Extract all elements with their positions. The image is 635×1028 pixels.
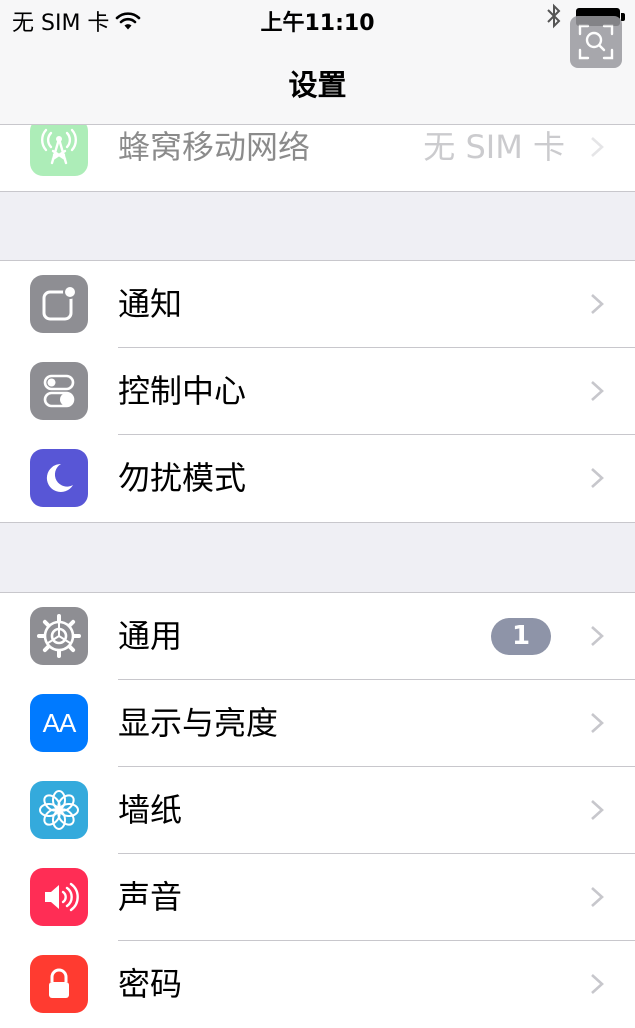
chevron-right-icon — [591, 137, 604, 157]
settings-row-sounds[interactable]: 声音 — [0, 854, 635, 941]
lock-icon — [30, 955, 88, 1013]
settings-row-label: 勿扰模式 — [118, 459, 247, 497]
chevron-right-icon — [591, 887, 604, 907]
settings-row-display[interactable]: AA 显示与亮度 — [0, 680, 635, 767]
settings-group-general: 通用 1 AA 显示与亮度 墙纸 声音 密码 — [0, 592, 635, 1028]
screen-zoom-button[interactable] — [570, 16, 622, 68]
settings-row-label: 密码 — [118, 965, 183, 1003]
chevron-right-icon — [591, 626, 604, 646]
navigation-bar: 无 SIM 卡 上午11:10 设置 — [0, 0, 635, 125]
settings-row-passcode[interactable]: 密码 — [0, 941, 635, 1028]
settings-row-control-center[interactable]: 控制中心 — [0, 348, 635, 435]
gear-icon — [30, 607, 88, 665]
chevron-right-icon — [591, 294, 604, 314]
settings-row-label: 墙纸 — [118, 791, 183, 829]
settings-row-label: 控制中心 — [118, 372, 247, 410]
settings-row-general[interactable]: 通用 1 — [0, 593, 635, 680]
speaker-icon — [30, 868, 88, 926]
settings-row-notifications[interactable]: 通知 — [0, 261, 635, 348]
bluetooth-icon — [547, 3, 561, 29]
page-title: 设置 — [288, 68, 347, 102]
chevron-right-icon — [591, 713, 604, 733]
settings-row-do-not-disturb[interactable]: 勿扰模式 — [0, 435, 635, 522]
settings-row-label: 显示与亮度 — [118, 704, 279, 742]
moon-icon — [30, 449, 88, 507]
chevron-right-icon — [591, 974, 604, 994]
chevron-right-icon — [591, 800, 604, 820]
chevron-right-icon — [591, 381, 604, 401]
cellular-antenna-icon — [30, 118, 88, 176]
display-icon-text: AA — [42, 707, 77, 738]
notifications-icon — [30, 275, 88, 333]
wallpaper-flower-icon — [30, 781, 88, 839]
zoom-search-icon — [578, 24, 614, 60]
control-center-icon — [30, 362, 88, 420]
settings-row-label: 通知 — [118, 285, 183, 323]
settings-row-wallpaper[interactable]: 墙纸 — [0, 767, 635, 854]
settings-row-label: 声音 — [118, 878, 183, 916]
status-time: 上午11:10 — [260, 11, 375, 36]
settings-row-label: 通用 — [118, 617, 183, 655]
settings-group-notifications: 通知 控制中心 勿扰模式 — [0, 260, 635, 523]
chevron-right-icon — [591, 468, 604, 488]
update-badge: 1 — [491, 618, 551, 655]
status-bar: 无 SIM 卡 上午11:10 — [0, 0, 635, 36]
display-aa-icon: AA — [30, 694, 88, 752]
